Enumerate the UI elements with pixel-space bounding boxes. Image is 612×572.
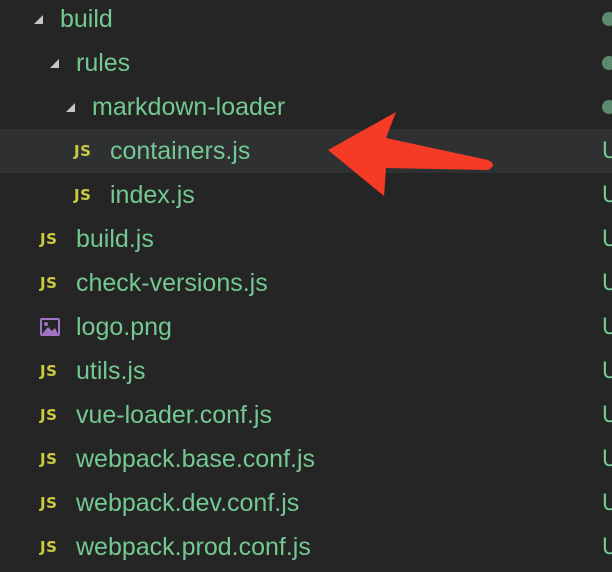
chevron-expanded-icon[interactable]	[50, 58, 59, 68]
tree-file-webpack-dev-conf-js[interactable]: JS webpack.dev.conf.js U	[0, 481, 612, 525]
file-explorer-tree: build rules markdown-loader JS container…	[0, 0, 612, 572]
git-status-badge: U	[601, 138, 612, 164]
image-file-icon	[40, 318, 60, 336]
tree-item-label: webpack.dev.conf.js	[76, 488, 300, 517]
tree-file-build-js[interactable]: JS build.js U	[0, 217, 612, 261]
javascript-file-icon: JS	[40, 274, 58, 292]
git-status-badge: U	[601, 402, 612, 428]
tree-item-label: build	[60, 4, 113, 33]
javascript-file-icon: JS	[74, 186, 92, 204]
tree-item-label: webpack.prod.conf.js	[76, 532, 311, 561]
modified-dot-indicator	[602, 100, 612, 114]
tree-file-vue-loader-conf-js[interactable]: JS vue-loader.conf.js U	[0, 393, 612, 437]
javascript-file-icon: JS	[40, 538, 58, 556]
tree-file-index-js[interactable]: JS index.js U	[0, 173, 612, 217]
git-status-badge: U	[601, 182, 612, 208]
javascript-file-icon: JS	[74, 142, 92, 160]
tree-file-containers-js[interactable]: JS containers.js U	[0, 129, 612, 173]
tree-item-label: index.js	[110, 180, 195, 209]
tree-item-label: webpack.base.conf.js	[76, 444, 316, 473]
git-status-badge: U	[601, 314, 612, 340]
tree-item-label: logo.png	[76, 312, 172, 341]
modified-dot-indicator	[602, 56, 612, 70]
modified-dot-indicator	[602, 12, 612, 26]
git-status-badge: U	[601, 270, 612, 296]
javascript-file-icon: JS	[40, 406, 58, 424]
git-status-badge: U	[601, 358, 612, 384]
git-status-badge: U	[601, 226, 612, 252]
tree-file-webpack-prod-conf-js[interactable]: JS webpack.prod.conf.js U	[0, 525, 612, 569]
tree-item-label: utils.js	[76, 356, 146, 385]
tree-item-label: vue-loader.conf.js	[76, 400, 272, 429]
javascript-file-icon: JS	[40, 230, 58, 248]
tree-item-label: markdown-loader	[92, 92, 286, 121]
git-status-badge: U	[601, 534, 612, 560]
tree-item-label: containers.js	[110, 136, 251, 165]
git-status-badge: U	[601, 446, 612, 472]
tree-folder-rules[interactable]: rules	[0, 41, 612, 85]
tree-item-label: build.js	[76, 224, 154, 253]
tree-folder-build[interactable]: build	[0, 0, 612, 41]
tree-item-label: check-versions.js	[76, 268, 268, 297]
chevron-expanded-icon[interactable]	[34, 14, 43, 24]
javascript-file-icon: JS	[40, 494, 58, 512]
tree-file-webpack-base-conf-js[interactable]: JS webpack.base.conf.js U	[0, 437, 612, 481]
tree-item-label: rules	[76, 48, 131, 77]
javascript-file-icon: JS	[40, 362, 58, 380]
javascript-file-icon: JS	[40, 450, 58, 468]
tree-file-utils-js[interactable]: JS utils.js U	[0, 349, 612, 393]
tree-folder-markdown-loader[interactable]: markdown-loader	[0, 85, 612, 129]
tree-file-check-versions-js[interactable]: JS check-versions.js U	[0, 261, 612, 305]
chevron-expanded-icon[interactable]	[66, 102, 75, 112]
tree-file-logo-png[interactable]: logo.png U	[0, 305, 612, 349]
git-status-badge: U	[601, 490, 612, 516]
